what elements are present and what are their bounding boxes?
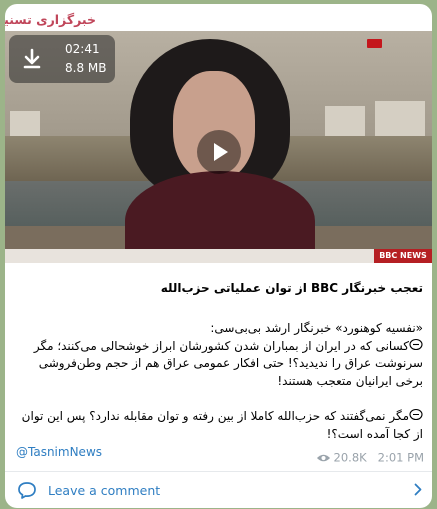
channel-name[interactable]: خبرگزاری تسنیم [5,12,96,27]
leave-comment-label: Leave a comment [48,483,161,498]
message-card: خبرگزاری تسنیم BBC NEWS 02:41 8.8 MB [5,4,432,508]
post-paragraph-1: کسانی که در ایران از بمباران شدن کشورشان… [13,338,423,391]
message-meta: 20.8K 2:01 PM [316,450,424,465]
download-icon[interactable] [20,47,44,71]
post-body: «نفسیه کوهنورد» خبرنگار ارشد بی‌بی‌سی: ک… [13,320,423,443]
news-brand: BBC NEWS [374,249,432,263]
leave-comment-button[interactable]: Leave a comment [5,472,432,508]
video-player[interactable]: BBC NEWS 02:41 8.8 MB [5,31,432,263]
video-building [375,101,425,141]
play-button[interactable] [197,130,241,174]
speech-bubble-icon [409,338,423,350]
post-paragraph-2-text: مگر نمی‌گفتند که حزب‌الله کاملا از بین ر… [21,409,423,441]
post-headline: تعجب خبرنگار BBC از توان عملیاتی حزب‌الل… [160,281,423,295]
post-intro: «نفسیه کوهنورد» خبرنگار ارشد بی‌بی‌سی: [210,321,423,335]
eye-icon [316,454,330,461]
post-paragraph-2: مگر نمی‌گفتند که حزب‌الله کاملا از بین ر… [13,408,423,443]
video-size: 8.8 MB [65,61,107,75]
video-live-tag [367,39,382,48]
play-icon [214,143,228,161]
post-paragraph-1-text: کسانی که در ایران از بمباران شدن کشورشان… [33,338,423,388]
channel-handle-link[interactable]: @TasnimNews [16,445,102,459]
video-duration: 02:41 [65,42,100,56]
download-pill[interactable]: 02:41 8.8 MB [9,35,115,83]
message-time: 2:01 PM [377,450,424,465]
view-count: 20.8K [333,450,367,465]
comment-icon [18,482,36,499]
video-ticker: BBC NEWS [5,249,432,263]
chevron-right-icon [414,483,422,496]
speech-bubble-icon [409,408,423,421]
